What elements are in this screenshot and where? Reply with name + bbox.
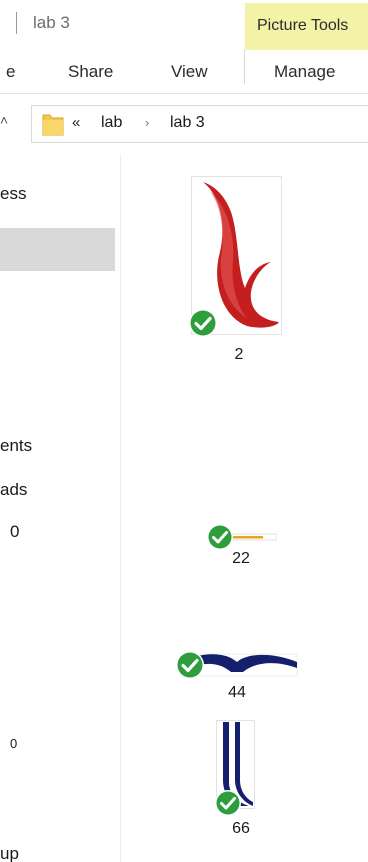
file-name: 2	[234, 346, 244, 363]
up-arrow-icon[interactable]: ˄	[0, 112, 8, 128]
file-item[interactable]: 66	[213, 720, 269, 840]
tab-share[interactable]: Share	[68, 62, 113, 82]
nav-item-selected[interactable]	[0, 228, 115, 271]
nav-item-drive-2[interactable]: 0	[10, 736, 17, 751]
sync-check-icon	[189, 309, 217, 337]
nav-item-documents[interactable]: ents	[0, 436, 32, 456]
window-title: lab 3	[33, 13, 70, 32]
navigation-pane: ess ents ads 0 0 up	[0, 154, 120, 862]
tab-view[interactable]: View	[171, 62, 208, 82]
breadcrumb-lab-3[interactable]: lab 3	[170, 114, 205, 132]
tab-home[interactable]: e	[6, 62, 15, 82]
file-list: 2 22 44 66	[121, 154, 368, 862]
nav-item-quick-access[interactable]: ess	[0, 184, 26, 204]
address-row: ˄ « lab › lab 3	[0, 94, 368, 154]
ribbon-tabs: e Share View Manage	[0, 50, 368, 94]
breadcrumb-chevron-icon[interactable]: ›	[145, 115, 149, 130]
tab-manage[interactable]: Manage	[274, 62, 335, 82]
sync-check-icon	[176, 651, 204, 679]
nav-item-drive-1[interactable]: 0	[10, 522, 19, 542]
file-explorer-window: lab 3 Picture Tools e Share View Manage …	[0, 0, 368, 862]
file-item[interactable]: 44	[175, 650, 299, 710]
breadcrumb-overflow[interactable]: «	[72, 114, 80, 131]
file-name: 44	[228, 684, 246, 701]
breadcrumb-lab[interactable]: lab	[101, 114, 122, 132]
folder-icon	[42, 114, 64, 136]
sync-check-icon	[215, 790, 241, 816]
picture-tools-context-tab[interactable]: Picture Tools	[245, 3, 368, 50]
file-item[interactable]: 2	[189, 176, 287, 366]
file-name: 22	[232, 550, 250, 567]
title-separator	[16, 12, 17, 34]
sync-check-icon	[207, 524, 233, 550]
file-name: 66	[232, 820, 250, 837]
address-bar[interactable]: « lab › lab 3	[31, 105, 368, 143]
nav-item-downloads[interactable]: ads	[0, 480, 27, 500]
title-bar: lab 3 Picture Tools	[0, 0, 368, 50]
nav-item-backup[interactable]: up	[0, 844, 19, 862]
picture-tools-label: Picture Tools	[257, 17, 349, 34]
file-item[interactable]: 22	[205, 524, 277, 576]
ribbon-separator	[244, 50, 245, 84]
